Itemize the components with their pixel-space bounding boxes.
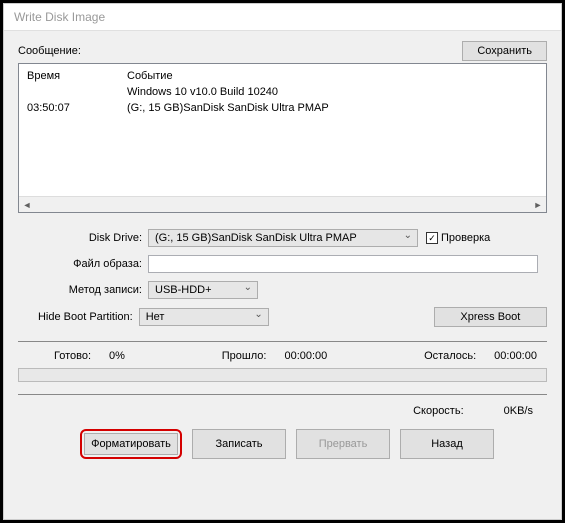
- form-area: Disk Drive: (G:, 15 GB)SanDisk SanDisk U…: [18, 229, 547, 335]
- done-label: Готово:: [54, 350, 91, 362]
- remain-value: 00:00:00: [494, 350, 537, 362]
- log-event-cell: (G:, 15 GB)SanDisk SanDisk Ultra PMAP: [119, 100, 546, 116]
- message-row: Сообщение: Сохранить: [18, 41, 547, 61]
- log-header-event: Событие: [119, 64, 546, 84]
- format-highlight: Форматировать: [80, 429, 182, 459]
- disk-drive-label: Disk Drive:: [18, 232, 148, 244]
- window-content: Сообщение: Сохранить Время Событие Windo…: [4, 31, 561, 519]
- hide-partition-row: Hide Boot Partition: Нет Xpress Boot: [18, 307, 547, 327]
- done-value: 0%: [109, 350, 125, 362]
- divider: [18, 341, 547, 342]
- write-method-row: Метод записи: USB-HDD+: [18, 281, 547, 299]
- verify-checkbox[interactable]: ✓ Проверка: [426, 232, 490, 244]
- image-file-row: Файл образа:: [18, 255, 547, 273]
- scroll-left-icon[interactable]: ◄: [19, 198, 35, 212]
- disk-drive-row: Disk Drive: (G:, 15 GB)SanDisk SanDisk U…: [18, 229, 547, 247]
- image-file-input[interactable]: [148, 255, 538, 273]
- log-time-cell: 03:50:07: [19, 100, 119, 116]
- save-button[interactable]: Сохранить: [462, 41, 547, 61]
- write-button[interactable]: Записать: [192, 429, 286, 459]
- disk-drive-select[interactable]: (G:, 15 GB)SanDisk SanDisk Ultra PMAP: [148, 229, 418, 247]
- back-button[interactable]: Назад: [400, 429, 494, 459]
- speed-row: Скорость: 0KB/s: [18, 401, 547, 429]
- abort-button[interactable]: Прервать: [296, 429, 390, 459]
- write-method-label: Метод записи:: [18, 284, 148, 296]
- horizontal-scrollbar[interactable]: ◄ ►: [19, 196, 546, 212]
- checkbox-icon: ✓: [426, 232, 438, 244]
- speed-value: 0KB/s: [504, 405, 533, 417]
- message-label: Сообщение:: [18, 45, 81, 57]
- hide-partition-label: Hide Boot Partition:: [18, 311, 139, 323]
- write-disk-image-window: Write Disk Image Сообщение: Сохранить Вр…: [3, 3, 562, 520]
- verify-label: Проверка: [441, 232, 490, 244]
- xpress-boot-button[interactable]: Xpress Boot: [434, 307, 547, 327]
- elapsed-value: 00:00:00: [284, 350, 327, 362]
- progress-info: Готово: 0% Прошло: 00:00:00 Осталось: 00…: [18, 348, 547, 366]
- progress-bar: [18, 368, 547, 382]
- image-file-label: Файл образа:: [18, 258, 148, 270]
- log-row: Windows 10 v10.0 Build 10240: [19, 84, 546, 100]
- log-header-time: Время: [19, 64, 119, 84]
- log-header-row: Время Событие: [19, 64, 546, 84]
- remain-label: Осталось:: [424, 350, 476, 362]
- scroll-right-icon[interactable]: ►: [530, 198, 546, 212]
- speed-label: Скорость:: [413, 405, 464, 417]
- log-row: 03:50:07 (G:, 15 GB)SanDisk SanDisk Ultr…: [19, 100, 546, 116]
- window-title: Write Disk Image: [14, 10, 105, 24]
- format-button[interactable]: Форматировать: [84, 433, 178, 455]
- hide-partition-select[interactable]: Нет: [139, 308, 269, 326]
- window-titlebar: Write Disk Image: [4, 4, 561, 31]
- elapsed-label: Прошло:: [222, 350, 267, 362]
- log-table: Время Событие Windows 10 v10.0 Build 102…: [19, 64, 546, 116]
- action-buttons: Форматировать Записать Прервать Назад: [18, 429, 547, 465]
- divider: [18, 394, 547, 395]
- log-panel: Время Событие Windows 10 v10.0 Build 102…: [18, 63, 547, 213]
- write-method-select[interactable]: USB-HDD+: [148, 281, 258, 299]
- log-event-cell: Windows 10 v10.0 Build 10240: [119, 84, 546, 100]
- log-time-cell: [19, 84, 119, 100]
